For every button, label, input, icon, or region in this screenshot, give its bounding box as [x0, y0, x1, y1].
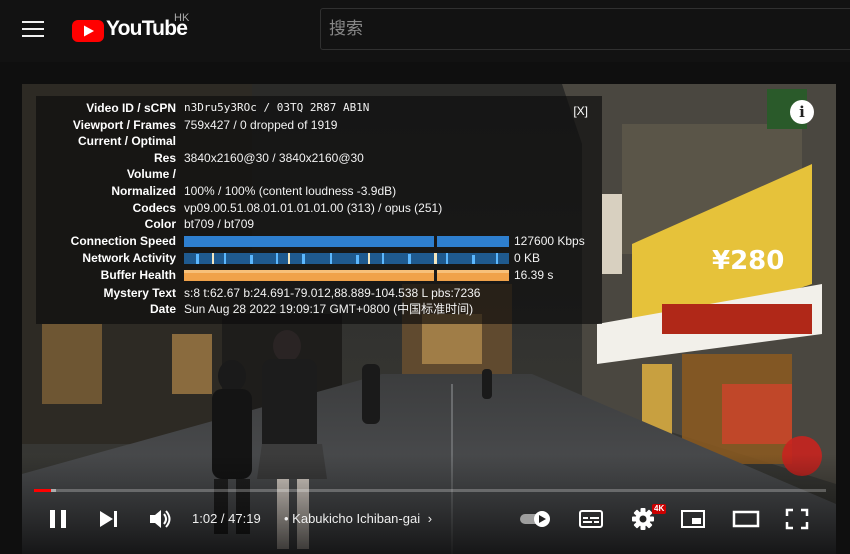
stats-label: Current / Optimal	[77, 134, 176, 148]
autoplay-toggle-icon[interactable]	[518, 502, 554, 536]
search-input[interactable]	[320, 8, 850, 50]
stats-value: bt709 / bt709	[184, 217, 255, 231]
theater-icon[interactable]	[732, 502, 760, 536]
stats-label: Network Activity	[82, 251, 176, 265]
youtube-logo-icon[interactable]	[72, 18, 104, 44]
stats-label: Volume /	[126, 167, 176, 181]
stats-row: Mystery Text s:8 t:62.67 b:24.691-79.012…	[36, 285, 602, 301]
stats-for-nerds-panel: [X] Video ID / sCPN n3Dru5y3ROc / 03TQ 2…	[36, 96, 602, 324]
stats-label: Video ID / sCPN	[86, 101, 176, 115]
buffer-health-graph	[184, 270, 509, 281]
masthead: YouTube HK	[0, 0, 850, 62]
stats-row: Codecs vp09.00.51.08.01.01.01.01.00 (313…	[36, 200, 602, 216]
stats-value: vp09.00.51.08.01.01.01.01.00 (313) / opu…	[184, 201, 443, 215]
stats-label: Buffer Health	[100, 268, 176, 282]
chapter-label: • Kabukicho Ichiban-gai	[284, 511, 421, 526]
video-player[interactable]: ¥280 [X] Video ID / sCPN n3Dru5y3ROc / 0…	[22, 84, 836, 554]
stats-row: Network Activity 0 KB	[36, 250, 602, 266]
stats-label: Date	[149, 302, 176, 316]
network-activity-graph	[184, 253, 509, 264]
stats-label: Color	[144, 217, 176, 231]
connection-speed-graph	[184, 236, 509, 247]
stats-label: Res	[153, 151, 176, 165]
stats-value: s:8 t:62.67 b:24.691-79.012,88.889-104.5…	[184, 286, 481, 300]
progress-played	[34, 489, 52, 492]
stats-value: 0 KB	[514, 251, 541, 265]
stats-value: 3840x2160@30 / 3840x2160@30	[184, 151, 364, 165]
stats-row: Buffer Health 16.39 s	[36, 267, 602, 283]
stats-row: Connection Speed 127600 Kbps	[36, 233, 602, 249]
info-icon[interactable]: i	[790, 100, 814, 124]
stats-value: 100% / 100% (content loudness -3.9dB)	[184, 184, 397, 198]
progress-bar[interactable]	[34, 489, 826, 492]
stats-label: Connection Speed	[70, 234, 176, 248]
subtitles-icon[interactable]	[578, 502, 604, 536]
stats-label: Mystery Text	[103, 286, 176, 300]
stats-row: Viewport / Frames 759x427 / 0 dropped of…	[36, 117, 602, 133]
time-display: 1:02 / 47:19	[192, 511, 261, 526]
stats-label: Codecs	[132, 201, 176, 215]
pause-icon[interactable]	[48, 502, 70, 536]
chapter-title[interactable]: • Kabukicho Ichiban-gai ›	[284, 511, 432, 526]
stats-row: Video ID / sCPN n3Dru5y3ROc / 03TQ 2R87 …	[36, 100, 602, 116]
stats-row: Volume /	[36, 166, 602, 182]
stats-label: Viewport / Frames	[72, 118, 176, 132]
stats-label: Normalized	[111, 184, 176, 198]
stats-value: 759x427 / 0 dropped of 1919	[184, 118, 338, 132]
volume-icon[interactable]	[148, 502, 174, 536]
svg-text:¥280: ¥280	[712, 246, 784, 276]
stats-value: 127600 Kbps	[514, 234, 585, 248]
quality-badge: 4K	[652, 504, 667, 514]
controls-gradient	[22, 454, 836, 554]
next-icon[interactable]	[98, 502, 120, 536]
stats-value: Sun Aug 28 2022 19:09:17 GMT+0800 (中国标准时…	[184, 302, 474, 316]
stats-row: Normalized 100% / 100% (content loudness…	[36, 183, 602, 199]
stats-row: Color bt709 / bt709	[36, 216, 602, 232]
stats-row: Date Sun Aug 28 2022 19:09:17 GMT+0800 (…	[36, 301, 602, 317]
stats-row: Current / Optimal	[36, 133, 602, 149]
menu-icon[interactable]	[22, 18, 46, 38]
stats-row: Res 3840x2160@30 / 3840x2160@30	[36, 150, 602, 166]
fullscreen-icon[interactable]	[784, 502, 810, 536]
miniplayer-icon[interactable]	[680, 502, 706, 536]
region-label: HK	[174, 12, 190, 24]
stats-value: 16.39 s	[514, 268, 554, 282]
chevron-right-icon: ›	[427, 511, 433, 526]
stats-value: n3Dru5y3ROc / 03TQ 2R87 AB1N	[184, 101, 370, 114]
